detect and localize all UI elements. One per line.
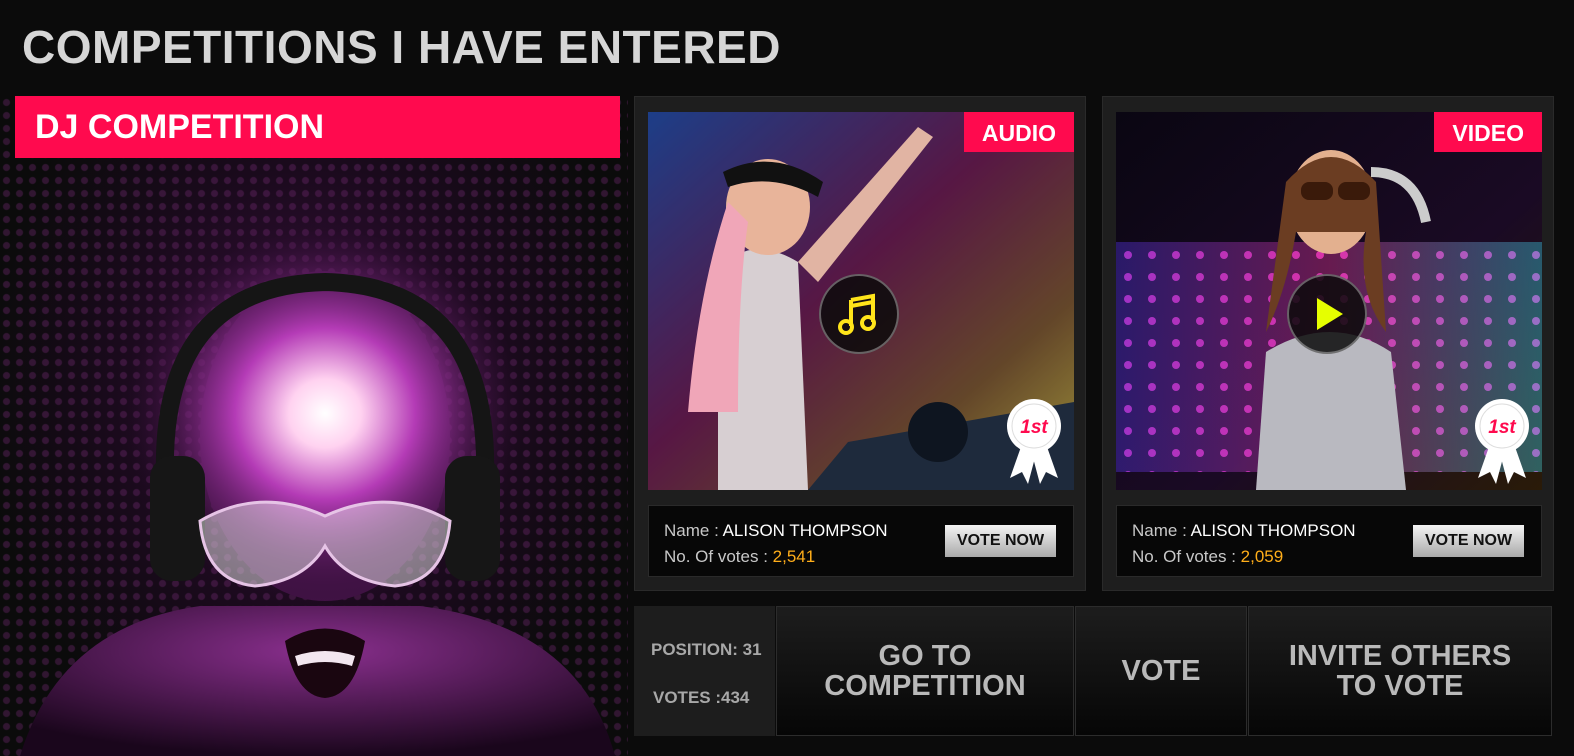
votes-text: VOTES :434 (653, 688, 750, 707)
go-to-competition-button[interactable]: GO TO COMPETITION (776, 606, 1074, 736)
entry-info-panel: Name : ALISON THOMPSON No. Of votes : 2,… (648, 505, 1074, 577)
rank-label: 1st (1020, 417, 1048, 438)
entrant-name: ALISON THOMPSON (722, 521, 888, 540)
entry-info-panel: Name : ALISON THOMPSON No. Of votes : 2,… (1116, 505, 1542, 577)
vote-now-button[interactable]: VOTE NOW (1413, 525, 1524, 557)
competition-banner: DJ COMPETITION (15, 96, 620, 158)
competition-hero-image: DJ COMPETITION (0, 96, 628, 756)
position-stats: POSITION: 31 VOTES :434 (634, 606, 775, 736)
name-label: Name : (664, 521, 723, 540)
votes-label: No. Of votes : (664, 547, 773, 566)
entry-card-audio: AUDIO 1st Name : ALISON THOMPSON No. Of … (634, 96, 1086, 591)
vote-now-button[interactable]: VOTE NOW (945, 525, 1056, 557)
music-note-icon[interactable] (819, 274, 899, 354)
rank-ribbon-icon: 1st (1474, 398, 1530, 489)
entrant-name: ALISON THOMPSON (1190, 521, 1356, 540)
rank-ribbon-icon: 1st (1006, 398, 1062, 489)
entry-media-video[interactable]: VIDEO 1st (1116, 112, 1542, 490)
page-title: COMPETITIONS I HAVE ENTERED (22, 21, 781, 73)
media-type-badge: VIDEO (1434, 112, 1542, 152)
entry-media-audio[interactable]: AUDIO 1st (648, 112, 1074, 490)
play-icon[interactable] (1287, 274, 1367, 354)
votes-label: No. Of votes : (1132, 547, 1241, 566)
vote-count: 2,541 (772, 547, 816, 566)
rank-label: 1st (1488, 417, 1516, 438)
invite-others-button[interactable]: INVITE OTHERS TO VOTE (1248, 606, 1552, 736)
vote-count: 2,059 (1240, 547, 1284, 566)
media-type-badge: AUDIO (963, 112, 1074, 152)
entry-card-video: VIDEO 1st Name : ALISON THOMPSON No. Of … (1102, 96, 1554, 591)
dj-headphones-illustration (20, 231, 615, 756)
position-text: POSITION: 31 (651, 640, 762, 659)
vote-button[interactable]: VOTE (1075, 606, 1247, 736)
name-label: Name : (1132, 521, 1191, 540)
